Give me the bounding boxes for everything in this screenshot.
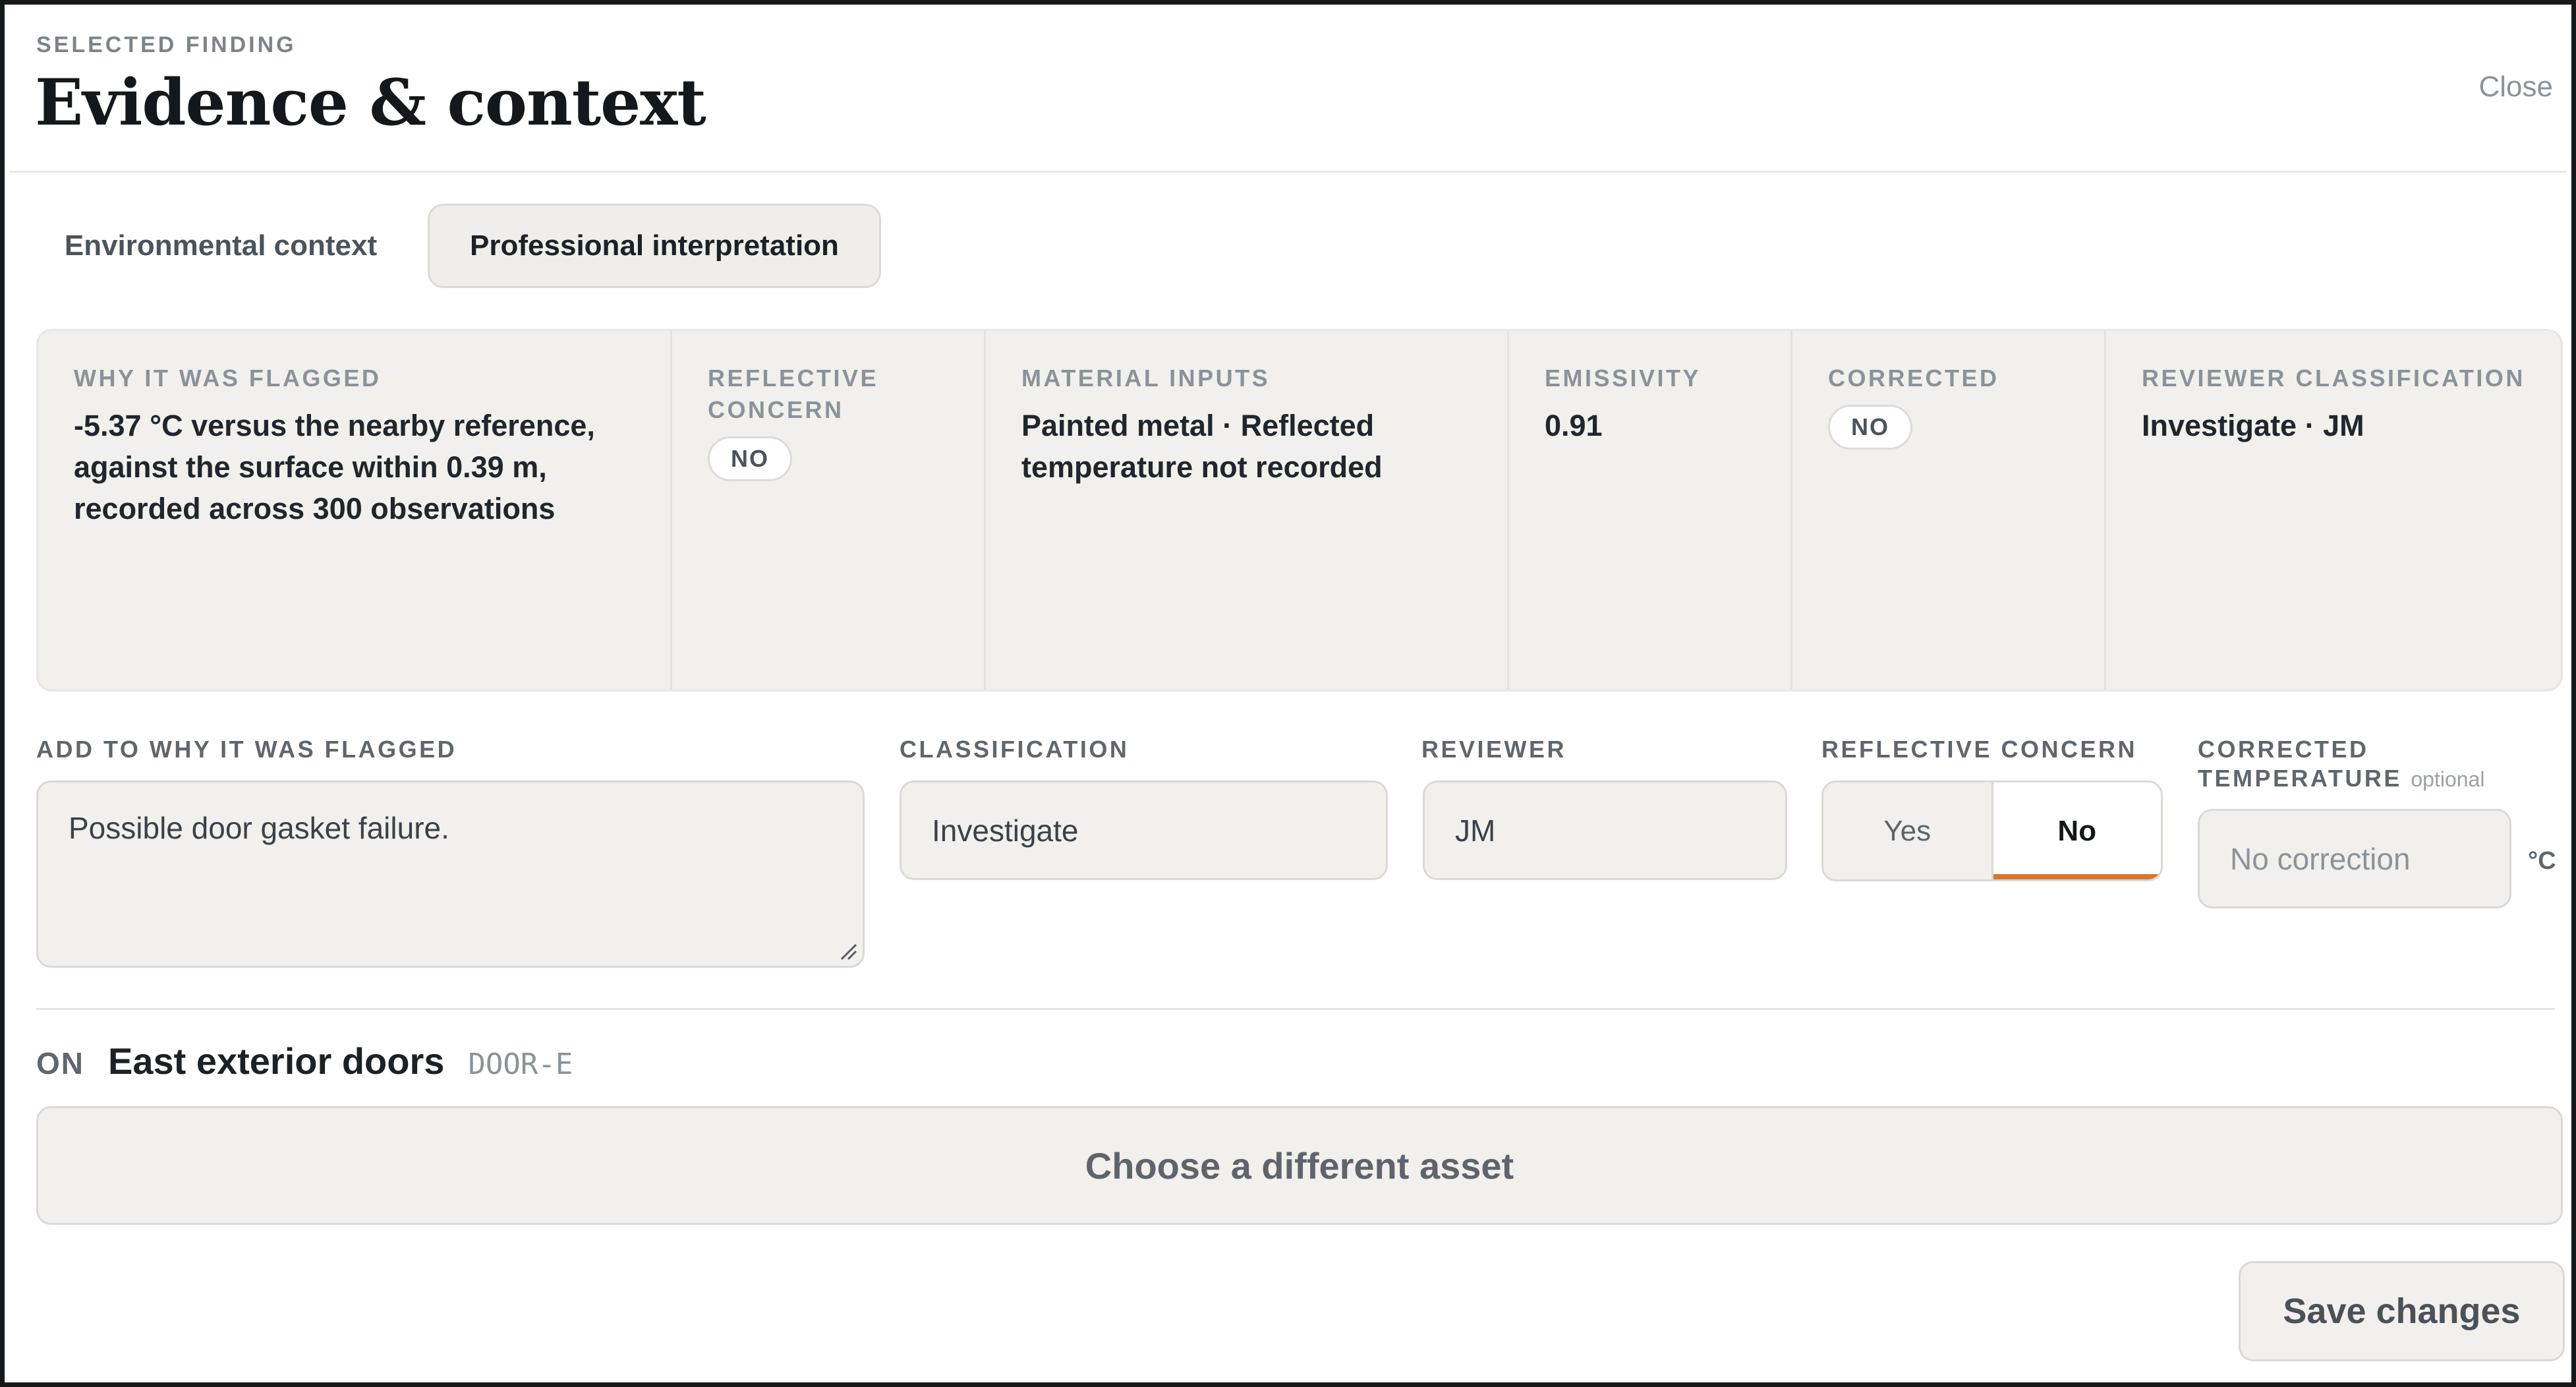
reflective-concern-badge: NO (708, 436, 792, 481)
corrected-temperature-field[interactable]: No correction (2198, 809, 2511, 908)
reviewer-classification-label: REVIEWER CLASSIFICATION (2142, 365, 2525, 392)
summary-why-flagged: WHY IT WAS FLAGGED -5.37 °C versus the n… (38, 331, 672, 690)
reflective-concern-yes[interactable]: Yes (1823, 782, 1991, 879)
reviewer-classification-value: Investigate · JM (2142, 409, 2364, 442)
emissivity-label: EMISSIVITY (1545, 365, 1702, 392)
summary-reflective-concern: REFLECTIVE CONCERN NO (672, 331, 986, 690)
reflective-concern-field-label: REFLECTIVE CONCERN (1821, 736, 2138, 763)
asset-name: East exterior doors (108, 1040, 445, 1082)
choose-different-asset-button[interactable]: Choose a different asset (36, 1106, 2563, 1225)
corrected-label: CORRECTED (1828, 365, 1999, 392)
reflective-concern-toggle: Yes No (1821, 781, 2163, 881)
header-divider (9, 171, 2567, 173)
tab-professional-interpretation[interactable]: Professional interpretation (428, 204, 881, 288)
add-to-why-label: ADD TO WHY IT WAS FLAGGED (36, 736, 457, 763)
why-flagged-label: WHY IT WAS FLAGGED (74, 365, 382, 392)
finding-panel: SELECTED FINDING Evidence & context Clos… (0, 0, 2576, 1387)
reflective-concern-no[interactable]: No (1991, 782, 2161, 879)
section-divider (36, 1008, 2555, 1010)
corrected-badge: NO (1828, 405, 1912, 450)
reviewer-field[interactable]: JM (1423, 781, 1787, 880)
add-to-why-value: Possible door gasket failure. (69, 811, 449, 845)
material-inputs-value: Painted metal · Reflected temperature no… (1021, 409, 1383, 484)
close-button[interactable]: Close (2479, 71, 2554, 103)
summary-corrected: CORRECTED NO (1792, 331, 2106, 690)
reviewer-label: REVIEWER (1421, 736, 1567, 763)
panel-eyebrow: SELECTED FINDING (36, 32, 297, 57)
material-inputs-label: MATERIAL INPUTS (1021, 365, 1271, 392)
temperature-unit: °C (2528, 847, 2556, 875)
panel-title: Evidence & context (35, 65, 706, 140)
summary-material-inputs: MATERIAL INPUTS Painted metal · Reflecte… (986, 331, 1509, 690)
summary-emissivity: EMISSIVITY 0.91 (1509, 331, 1792, 690)
reflective-concern-label: REFLECTIVE CONCERN (708, 365, 879, 423)
on-label: ON (36, 1046, 84, 1080)
resize-grip-icon[interactable] (838, 941, 857, 960)
add-to-why-textarea[interactable]: Possible door gasket failure. (36, 781, 865, 968)
summary-reviewer-classification: REVIEWER CLASSIFICATION Investigate · JM (2106, 331, 2561, 690)
asset-code: DOOR-E (468, 1048, 573, 1081)
save-changes-button[interactable]: Save changes (2239, 1261, 2565, 1361)
finding-summary: WHY IT WAS FLAGGED -5.37 °C versus the n… (36, 329, 2563, 692)
classification-label: CLASSIFICATION (900, 736, 1130, 763)
asset-row: ON East exterior doors DOOR-E (36, 1040, 573, 1082)
why-flagged-value: -5.37 °C versus the nearby reference, ag… (74, 409, 595, 525)
corrected-temperature-label-text: CORRECTED TEMPERATURE (2198, 736, 2402, 792)
classification-value: Investigate (932, 813, 1079, 848)
optional-hint: optional (2411, 767, 2485, 791)
corrected-temperature-placeholder: No correction (2230, 841, 2411, 876)
corrected-temperature-label: CORRECTED TEMPERATURE optional (2198, 735, 2567, 794)
reviewer-value: JM (1455, 813, 1496, 848)
tab-environmental-context[interactable]: Environmental context (36, 204, 405, 288)
emissivity-value: 0.91 (1545, 409, 1603, 442)
classification-field[interactable]: Investigate (900, 781, 1388, 880)
